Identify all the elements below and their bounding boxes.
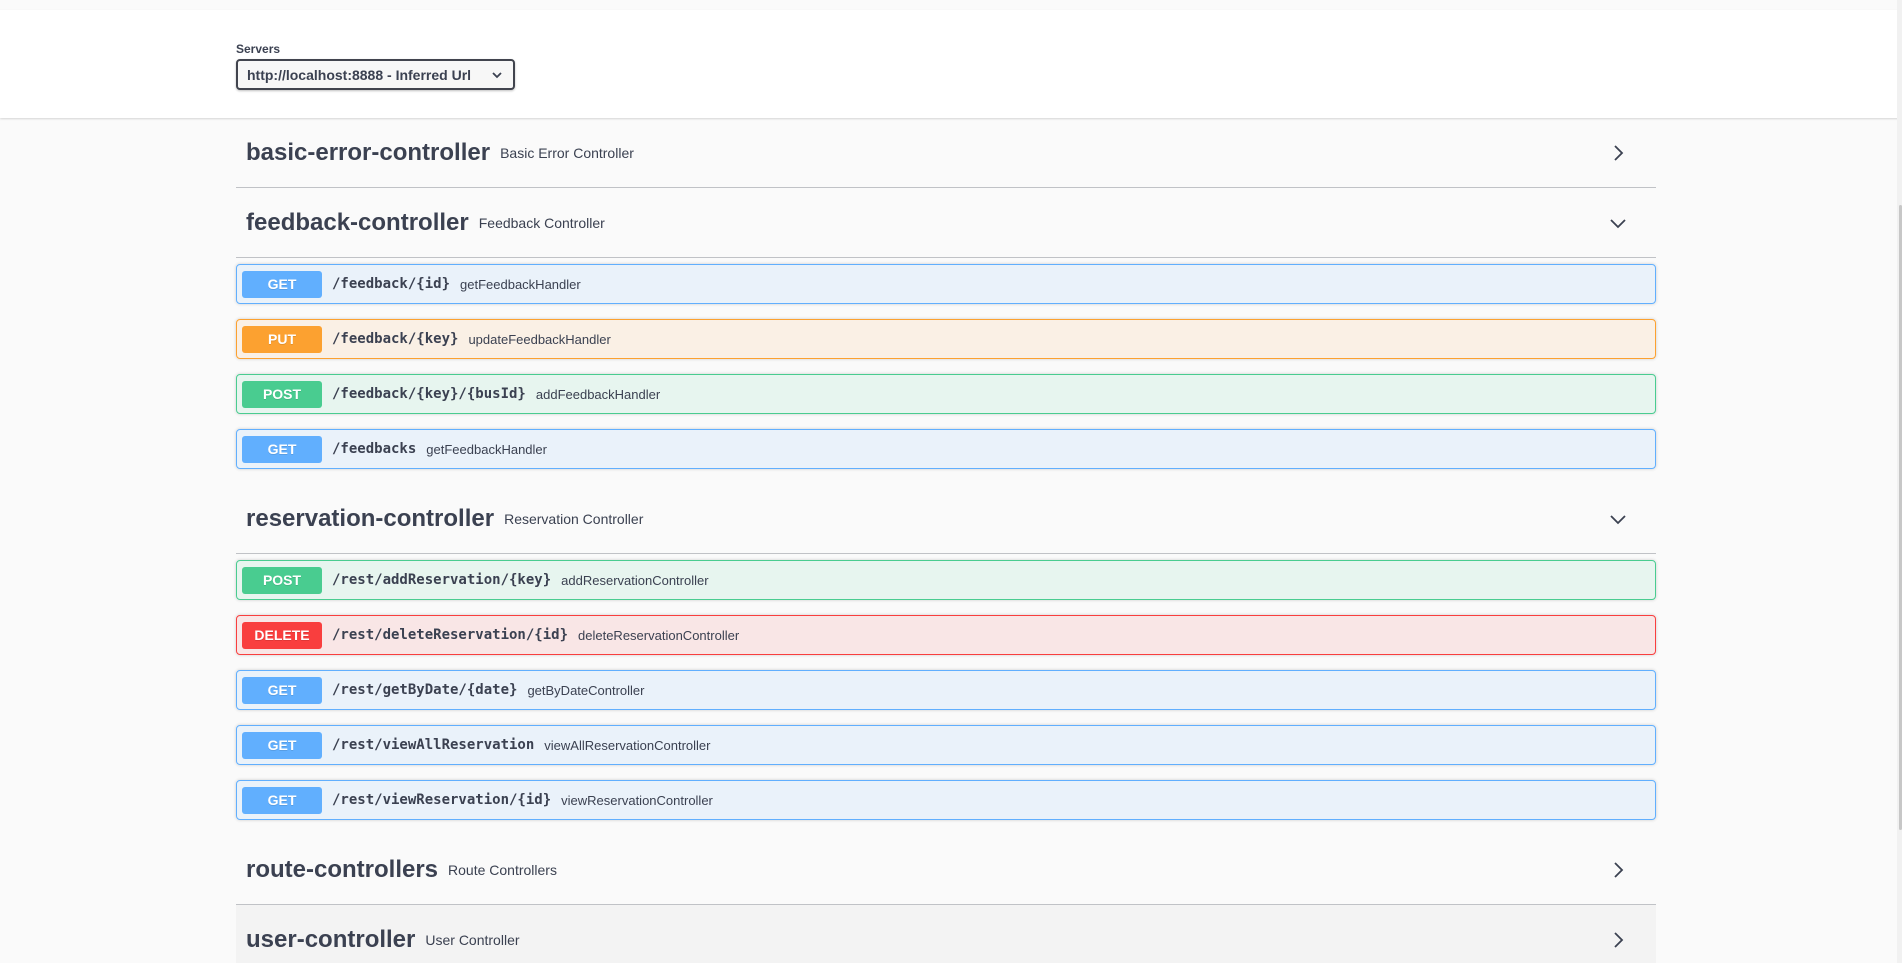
top-gap xyxy=(0,0,1902,10)
chevron-down-icon xyxy=(492,71,502,78)
servers-select-value: http://localhost:8888 - Inferred Url xyxy=(247,66,472,83)
chevron-right-icon[interactable] xyxy=(1608,930,1628,950)
operation-summary: viewAllReservationController xyxy=(544,737,711,753)
tag-description: Feedback Controller xyxy=(478,214,605,231)
operation-path: /rest/getByDate/{date} xyxy=(332,682,518,698)
tag-section-basic-error-controller: basic-error-controller Basic Error Contro… xyxy=(236,118,1656,188)
method-badge: GET xyxy=(242,676,322,704)
tag-name: user-controller xyxy=(246,925,416,953)
method-badge: DELETE xyxy=(242,621,322,649)
operation-row[interactable]: POST/feedback/{key}/{busId} addFeedbackHa… xyxy=(236,374,1656,414)
operation-path: /feedback/{key} xyxy=(332,331,459,347)
method-badge: PUT xyxy=(242,325,322,353)
tag-description: Route Controllers xyxy=(448,861,557,878)
operations-list: POST/rest/addReservation/{key} addReserva… xyxy=(236,554,1656,820)
operation-path: /rest/viewReservation/{id} xyxy=(332,792,552,808)
operation-summary: updateFeedbackHandler xyxy=(468,331,611,347)
method-badge: GET xyxy=(242,786,322,814)
tag-header[interactable]: user-controller User Controller xyxy=(236,905,1656,963)
operation-summary: deleteReservationController xyxy=(578,627,740,643)
operation-row[interactable]: GET/feedbacks getFeedbackHandler xyxy=(236,429,1656,469)
method-badge: POST xyxy=(242,566,322,594)
chevron-right-icon[interactable] xyxy=(1608,860,1628,880)
operation-path: /feedbacks xyxy=(332,441,417,457)
scrollbar-track[interactable] xyxy=(1897,0,1902,963)
operation-path: /rest/deleteReservation/{id} xyxy=(332,627,569,643)
chevron-down-icon[interactable] xyxy=(1608,509,1628,529)
operation-row[interactable]: GET/rest/viewReservation/{id} viewReserva… xyxy=(236,780,1656,820)
scheme-container: Servers http://localhost:8888 - Inferred… xyxy=(0,10,1902,118)
method-badge: GET xyxy=(242,435,322,463)
tag-section-reservation-controller: reservation-controller Reservation Contro… xyxy=(236,484,1656,820)
servers-section: Servers http://localhost:8888 - Inferred… xyxy=(236,42,515,90)
tag-description: Reservation Controller xyxy=(504,510,644,527)
tag-section-route-controllers: route-controllers Route Controllers xyxy=(236,835,1656,905)
operation-path: /feedback/{key}/{busId} xyxy=(332,386,526,402)
tag-name: route-controllers xyxy=(246,855,439,883)
operation-row[interactable]: GET/rest/getByDate/{date} getByDateContro… xyxy=(236,670,1656,710)
operation-path: /feedback/{id} xyxy=(332,276,451,292)
servers-label: Servers xyxy=(236,42,281,56)
tag-description: User Controller xyxy=(425,931,520,948)
operation-row[interactable]: DELETE/rest/deleteReservation/{id} delete… xyxy=(236,615,1656,655)
tag-section-user-controller: user-controller User Controller xyxy=(236,905,1656,963)
operation-row[interactable]: POST/rest/addReservation/{key} addReserva… xyxy=(236,560,1656,600)
operation-summary: addFeedbackHandler xyxy=(535,386,661,402)
operation-summary: getFeedbackHandler xyxy=(460,276,581,292)
operation-row[interactable]: PUT/feedback/{key} updateFeedbackHandler xyxy=(236,319,1656,359)
tag-name: reservation-controller xyxy=(246,504,495,532)
operation-row[interactable]: GET/rest/viewAllReservation viewAllReserv… xyxy=(236,725,1656,765)
tag-section-feedback-controller: feedback-controller Feedback Controller GE… xyxy=(236,188,1656,469)
method-badge: GET xyxy=(242,270,322,298)
operation-row[interactable]: GET/feedback/{id} getFeedbackHandler xyxy=(236,264,1656,304)
operation-path: /rest/viewAllReservation xyxy=(332,737,535,753)
operations-wrapper: basic-error-controller Basic Error Contro… xyxy=(236,118,1656,963)
operation-summary: getByDateController xyxy=(527,682,645,698)
operation-summary: getFeedbackHandler xyxy=(426,441,547,457)
tag-header[interactable]: basic-error-controller Basic Error Contro… xyxy=(236,118,1656,188)
servers-select[interactable]: http://localhost:8888 - Inferred Url xyxy=(236,59,515,90)
tag-description: Basic Error Controller xyxy=(500,144,634,161)
tag-name: basic-error-controller xyxy=(246,138,491,166)
method-badge: POST xyxy=(242,380,322,408)
operation-summary: viewReservationController xyxy=(561,792,713,808)
chevron-down-icon[interactable] xyxy=(1608,213,1628,233)
method-badge: GET xyxy=(242,731,322,759)
operation-summary: addReservationController xyxy=(561,572,709,588)
tag-header[interactable]: reservation-controller Reservation Contro… xyxy=(236,484,1656,554)
operation-path: /rest/addReservation/{key} xyxy=(332,572,552,588)
chevron-right-icon[interactable] xyxy=(1608,143,1628,163)
operations-list: GET/feedback/{id} getFeedbackHandler PUT/f… xyxy=(236,258,1656,469)
tag-header[interactable]: feedback-controller Feedback Controller xyxy=(236,188,1656,258)
tag-name: feedback-controller xyxy=(246,208,469,236)
tag-header[interactable]: route-controllers Route Controllers xyxy=(236,835,1656,905)
